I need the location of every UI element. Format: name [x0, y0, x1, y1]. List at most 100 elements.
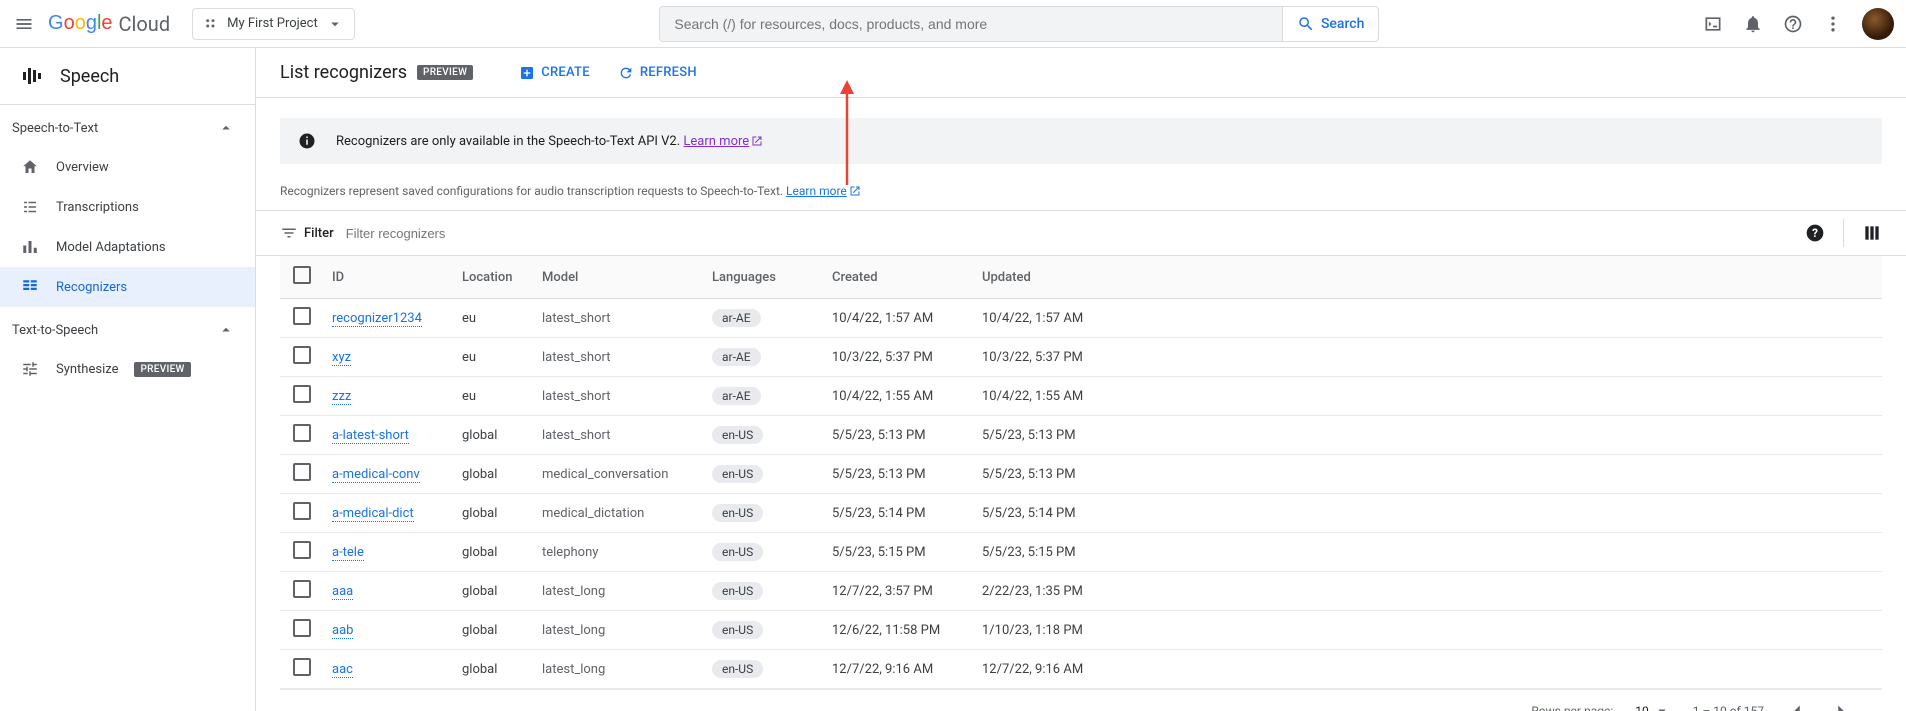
select-all-checkbox[interactable]	[293, 266, 311, 284]
sidebar-item-recognizers[interactable]: Recognizers	[0, 267, 255, 307]
cell-location: global	[454, 416, 534, 455]
recognizer-id-link[interactable]: recognizer1234	[332, 311, 422, 327]
cell-updated: 5/5/23, 5:15 PM	[974, 533, 1882, 572]
recognizer-id-link[interactable]: a-medical-conv	[332, 467, 420, 483]
columns-icon[interactable]	[1862, 223, 1882, 243]
filter-input[interactable]	[346, 226, 1793, 241]
cell-updated: 12/7/22, 9:16 AM	[974, 650, 1882, 689]
cell-location: global	[454, 650, 534, 689]
table-row: recognizer1234eulatest_shortar-AE10/4/22…	[280, 299, 1882, 338]
cell-location: eu	[454, 299, 534, 338]
row-checkbox[interactable]	[293, 619, 311, 637]
section-text-to-speech[interactable]: Text-to-Speech	[0, 307, 255, 349]
recognizer-id-link[interactable]: zzz	[332, 389, 351, 405]
row-checkbox[interactable]	[293, 541, 311, 559]
sidebar-item-model-adaptations[interactable]: Model Adaptations	[0, 227, 255, 267]
cell-updated: 1/10/23, 1:18 PM	[974, 611, 1882, 650]
cloud-shell-icon[interactable]	[1702, 13, 1724, 35]
row-checkbox[interactable]	[293, 385, 311, 403]
sidebar-item-transcriptions[interactable]: Transcriptions	[0, 187, 255, 227]
external-link-icon	[849, 185, 861, 197]
sidebar-item-label: Synthesize	[56, 362, 118, 377]
sidebar-item-overview[interactable]: Overview	[0, 147, 255, 187]
project-picker[interactable]: My First Project	[192, 8, 355, 40]
create-button[interactable]: CREATE	[519, 65, 590, 81]
language-chip: ar-AE	[712, 348, 761, 366]
recognizers-table: ID Location Model Languages Created Upda…	[280, 256, 1882, 689]
language-chip: en-US	[712, 426, 763, 444]
chevron-down-icon	[1653, 702, 1671, 711]
section-speech-to-text[interactable]: Speech-to-Text	[0, 105, 255, 147]
recognizer-id-link[interactable]: aac	[332, 662, 353, 678]
filter-icon	[280, 224, 298, 242]
cell-model: latest_long	[534, 650, 704, 689]
next-page-button[interactable]	[1830, 700, 1852, 711]
prev-page-button[interactable]	[1786, 700, 1808, 711]
refresh-button[interactable]: REFRESH	[618, 65, 697, 81]
cell-location: eu	[454, 338, 534, 377]
notifications-icon[interactable]	[1742, 13, 1764, 35]
cell-model: latest_long	[534, 611, 704, 650]
cell-model: telephony	[534, 533, 704, 572]
cell-created: 5/5/23, 5:13 PM	[824, 455, 974, 494]
row-checkbox[interactable]	[293, 346, 311, 364]
table-row: aabgloballatest_longen-US12/6/22, 11:58 …	[280, 611, 1882, 650]
header-id[interactable]: ID	[324, 256, 454, 299]
row-checkbox[interactable]	[293, 463, 311, 481]
language-chip: en-US	[712, 621, 763, 639]
recognizer-id-link[interactable]: aaa	[332, 584, 353, 600]
banner-learn-more-link[interactable]: Learn more	[683, 134, 763, 149]
recognizer-id-link[interactable]: xyz	[332, 350, 351, 366]
cell-created: 5/5/23, 5:14 PM	[824, 494, 974, 533]
cell-created: 5/5/23, 5:15 PM	[824, 533, 974, 572]
table-row: a-latest-shortgloballatest_shorten-US5/5…	[280, 416, 1882, 455]
external-link-icon	[751, 135, 763, 147]
recognizer-id-link[interactable]: a-latest-short	[332, 428, 409, 444]
row-checkbox[interactable]	[293, 502, 311, 520]
refresh-icon	[618, 65, 634, 81]
search-icon	[1297, 15, 1315, 33]
row-checkbox[interactable]	[293, 307, 311, 325]
recognizer-id-link[interactable]: a-medical-dict	[332, 506, 414, 522]
header-created[interactable]: Created	[824, 256, 974, 299]
pagination-range: 1 – 10 of 157	[1693, 704, 1764, 711]
desc-learn-more-link[interactable]: Learn more	[786, 184, 861, 198]
row-checkbox[interactable]	[293, 580, 311, 598]
rows-per-page-select[interactable]: 10	[1635, 702, 1671, 711]
cell-model: latest_short	[534, 377, 704, 416]
cell-location: global	[454, 572, 534, 611]
header-updated[interactable]: Updated	[974, 256, 1882, 299]
row-checkbox[interactable]	[293, 424, 311, 442]
cell-model: latest_long	[534, 572, 704, 611]
user-avatar[interactable]	[1862, 8, 1894, 40]
help-icon[interactable]: ?	[1805, 223, 1825, 243]
preview-badge: PREVIEW	[134, 362, 190, 377]
row-checkbox[interactable]	[293, 658, 311, 676]
info-icon	[298, 132, 316, 150]
more-icon[interactable]	[1822, 13, 1844, 35]
header-languages[interactable]: Languages	[704, 256, 824, 299]
table-row: a-medical-convglobalmedical_conversation…	[280, 455, 1882, 494]
header-location[interactable]: Location	[454, 256, 534, 299]
search-button[interactable]: Search	[1282, 7, 1378, 41]
cell-location: global	[454, 533, 534, 572]
table-row: aacgloballatest_longen-US12/7/22, 9:16 A…	[280, 650, 1882, 689]
menu-icon[interactable]	[12, 12, 36, 36]
cell-location: global	[454, 455, 534, 494]
cell-created: 12/6/22, 11:58 PM	[824, 611, 974, 650]
sidebar-title: Speech	[60, 66, 119, 87]
language-chip: ar-AE	[712, 309, 761, 327]
sidebar-item-synthesize[interactable]: Synthesize PREVIEW	[0, 349, 255, 389]
header-model[interactable]: Model	[534, 256, 704, 299]
logo[interactable]: Google Cloud	[48, 12, 170, 36]
search-input[interactable]	[660, 16, 1282, 32]
cell-created: 10/4/22, 1:55 AM	[824, 377, 974, 416]
recognizer-id-link[interactable]: aab	[332, 623, 353, 639]
help-icon[interactable]	[1782, 13, 1804, 35]
cell-updated: 10/3/22, 5:37 PM	[974, 338, 1882, 377]
search-box[interactable]: Search	[659, 6, 1379, 42]
sidebar-item-label: Transcriptions	[56, 200, 139, 215]
cell-model: latest_short	[534, 416, 704, 455]
recognizer-id-link[interactable]: a-tele	[332, 545, 364, 561]
chevron-up-icon	[217, 321, 235, 339]
